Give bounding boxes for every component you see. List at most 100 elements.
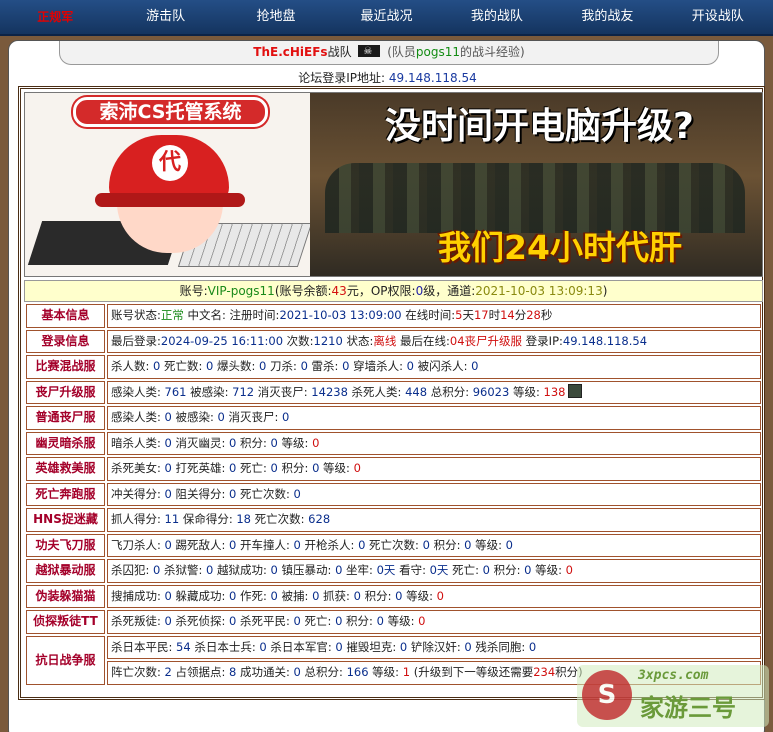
stat-value: 0 — [432, 588, 444, 603]
row-label[interactable]: 抗日战争服 — [26, 635, 105, 685]
member-name[interactable]: pogs11 — [416, 45, 460, 59]
row-label[interactable]: 比赛混战服 — [26, 355, 105, 379]
stat-label: 等级: — [319, 461, 350, 476]
stat-label: 等级: — [277, 435, 309, 450]
stat-value: 761 — [160, 384, 187, 399]
row-stats: 最后登录:2024-09-25 16:11:00 次数:1210 状态:离线 最… — [107, 329, 761, 353]
nav-regular-army[interactable]: 正规军 — [0, 0, 110, 34]
stat-label: 状态: — [342, 333, 374, 348]
stat-label: 分 — [514, 308, 527, 323]
stat-label: 成功通关: — [236, 665, 290, 680]
row-label[interactable]: 死亡奔跑服 — [26, 482, 105, 506]
channel-value: 2021-10-03 13:09:13 — [475, 284, 603, 298]
stat-value: 0 — [296, 359, 308, 374]
stat-label: 死亡数: — [160, 359, 203, 374]
stat-label: 中文名: 注册时间: — [183, 308, 280, 323]
account-id: VIP-pogs11 — [207, 284, 275, 298]
stat-value: 0 — [202, 563, 214, 578]
row-label[interactable]: 功夫飞刀服 — [26, 533, 105, 557]
row-label[interactable]: 普通丧尸服 — [26, 406, 105, 430]
stat-value: 0 — [160, 614, 172, 629]
stats-row: 基本信息 账号状态:正常 中文名: 注册时间:2021-10-03 13:09:0… — [26, 304, 761, 328]
stat-value: 0 — [213, 410, 225, 425]
hat-brim — [95, 193, 245, 207]
stats-row: 英雄救美服 杀死美女: 0 打死英雄: 0 死亡: 0 积分: 0 等级: 0 — [26, 457, 761, 481]
stat-label: 看守: — [395, 563, 426, 578]
stat-label: 最后在线: — [396, 333, 450, 348]
stat-value: 0 — [202, 359, 214, 374]
row-label[interactable]: 登录信息 — [26, 329, 105, 353]
stat-label: 阻关得分: — [171, 486, 226, 501]
stat-value: 11 — [160, 512, 180, 527]
stat-label: 暗杀人类: — [111, 435, 161, 450]
row-label[interactable]: HNS捉迷藏 — [26, 508, 105, 532]
stat-value: 0 — [520, 563, 532, 578]
stat-value: 0天 — [372, 563, 396, 578]
stat-label: 死亡: — [300, 614, 332, 629]
row-label[interactable]: 越狱暴动服 — [26, 559, 105, 583]
nav-recent-battles[interactable]: 最近战况 — [331, 0, 441, 34]
ad-banner[interactable]: 代 索沛CS托管系统 没时间开电脑升级? 我们24小时代肝 — [24, 92, 763, 277]
profile-card: ThE.cHiEFs战队 (队员pogs11的战斗经验) 论坛登录IP地址: 4… — [8, 40, 765, 732]
stat-label: 被捕: — [277, 588, 309, 603]
stat-value: 04丧尸升级服 — [449, 333, 523, 348]
row-stats: 飞刀杀人: 0 踢死敌人: 0 开车撞人: 0 开枪杀人: 0 死亡次数: 0 … — [107, 533, 761, 557]
row-stats: 搜捕成功: 0 躲藏成功: 0 作死: 0 被捕: 0 抓获: 0 积分: 0 … — [107, 584, 761, 608]
rank-avatar-icon — [568, 383, 583, 398]
stat-value: 2024-09-25 16:11:00 — [160, 333, 284, 348]
stat-value: 0 — [225, 588, 237, 603]
stat-value: 0 — [414, 614, 426, 629]
stat-value: 0 — [402, 359, 414, 374]
nav-my-team[interactable]: 我的战队 — [442, 0, 552, 34]
stat-label: 等级: — [402, 588, 433, 603]
stat-value: 628 — [304, 512, 331, 527]
stat-value: 0 — [225, 614, 237, 629]
stat-label: 保命得分: — [179, 512, 233, 527]
row-stats: 抓人得分: 11 保命得分: 18 死亡次数: 628 — [107, 508, 761, 532]
stat-label: 坐牢: — [342, 563, 373, 578]
team-title-bar: ThE.cHiEFs战队 (队员pogs11的战斗经验) — [59, 41, 719, 65]
stat-label: 积分: — [429, 537, 461, 552]
stat-label: 躲藏成功: — [171, 588, 226, 603]
stat-label: 穿墙杀人: — [349, 359, 403, 374]
row-label[interactable]: 基本信息 — [26, 304, 105, 328]
stat-value: 正常 — [160, 308, 184, 323]
row-stats: 杀囚犯: 0 杀狱警: 0 越狱成功: 0 镇压暴动: 0 坐牢: 0天 看守:… — [107, 559, 761, 583]
nav-guerrilla[interactable]: 游击队 — [110, 0, 220, 34]
stat-value: 0 — [467, 359, 479, 374]
stat-label: 等级: — [531, 563, 562, 578]
team-name[interactable]: ThE.cHiEFs — [253, 45, 327, 59]
stat-value: 0 — [160, 588, 172, 603]
stat-label: 秒 — [540, 308, 553, 323]
row-stats: 杀日本平民: 54 杀日本士兵: 0 杀日本军官: 0 摧毁坦克: 0 铲除汉奸… — [107, 635, 761, 659]
row-label[interactable]: 侦探叛徒TT — [26, 610, 105, 634]
stat-value: 0 — [289, 486, 301, 501]
row-label[interactable]: 幽灵暗杀服 — [26, 431, 105, 455]
stat-value: 138 — [539, 384, 566, 399]
row-label[interactable]: 伪装躲猫猫 — [26, 584, 105, 608]
stat-label: 登录IP: — [522, 333, 563, 348]
stat-value: 0 — [396, 639, 408, 654]
account-label: 账号: — [179, 284, 208, 298]
stat-value: 49.148.118.54 — [562, 333, 648, 348]
stat-value: 448 — [401, 384, 428, 399]
row-label[interactable]: 英雄救美服 — [26, 457, 105, 481]
stat-value: 0 — [278, 410, 290, 425]
stat-label: 飞刀杀人: — [111, 537, 161, 552]
stat-label: 最后登录: — [111, 333, 161, 348]
stat-label: 搜捕成功: — [111, 588, 161, 603]
stat-value: 712 — [228, 384, 255, 399]
stat-label: 开枪杀人: — [300, 537, 355, 552]
stat-value: 0 — [149, 359, 161, 374]
stat-label: 杀狱警: — [160, 563, 203, 578]
stat-value: 0 — [460, 537, 472, 552]
nav-create-team[interactable]: 开设战队 — [663, 0, 773, 34]
stats-row: 死亡奔跑服 冲关得分: 0 阻关得分: 0 死亡次数: 0 — [26, 482, 761, 506]
stats-row: HNS捉迷藏 抓人得分: 11 保命得分: 18 死亡次数: 628 — [26, 508, 761, 532]
nav-territory[interactable]: 抢地盘 — [221, 0, 331, 34]
nav-my-comrades[interactable]: 我的战友 — [552, 0, 662, 34]
row-label[interactable]: 丧尸升级服 — [26, 380, 105, 404]
stats-row: 伪装躲猫猫 搜捕成功: 0 躲藏成功: 0 作死: 0 被捕: 0 抓获: 0 积… — [26, 584, 761, 608]
stat-label: 感染人类: — [111, 410, 161, 425]
stat-value: 0 — [266, 563, 278, 578]
